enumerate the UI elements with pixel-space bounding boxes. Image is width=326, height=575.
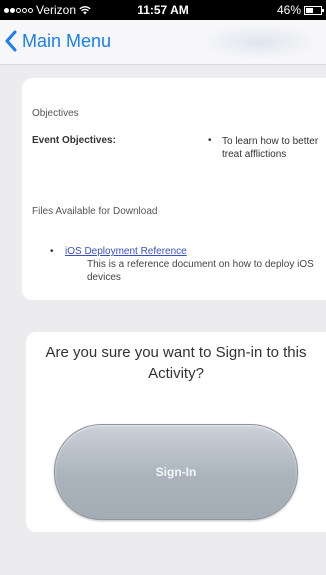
app-screen: Verizon 11:57 AM 46% Main Menu Objective… [0, 0, 326, 575]
nav-watermark [200, 24, 320, 60]
bullet-icon: • [208, 135, 212, 146]
back-button[interactable]: Main Menu [4, 30, 111, 52]
event-objectives-label: Event Objectives: [32, 135, 116, 146]
signin-panel: Are you sure you want to Sign-in to this… [26, 332, 326, 532]
battery-group: 46% [276, 3, 324, 17]
files-heading: Files Available for Download [32, 206, 158, 217]
bullet-icon: • [50, 246, 54, 257]
file-description: This is a reference document on how to d… [87, 259, 314, 283]
objectives-heading: Objectives [32, 108, 79, 119]
signin-button[interactable]: Sign-In [54, 424, 298, 520]
event-objective-item: To learn how to better treat afflictions [222, 136, 319, 160]
back-button-label: Main Menu [22, 30, 112, 51]
file-download-link[interactable]: iOS Deployment Reference [65, 246, 187, 257]
chevron-left-icon [5, 30, 17, 52]
status-bar: Verizon 11:57 AM 46% [0, 0, 326, 20]
battery-icon [304, 5, 324, 15]
signin-question: Are you sure you want to Sign-in to this… [45, 344, 307, 382]
navigation-bar: Main Menu [0, 20, 326, 65]
battery-percent: 46% [276, 3, 301, 17]
